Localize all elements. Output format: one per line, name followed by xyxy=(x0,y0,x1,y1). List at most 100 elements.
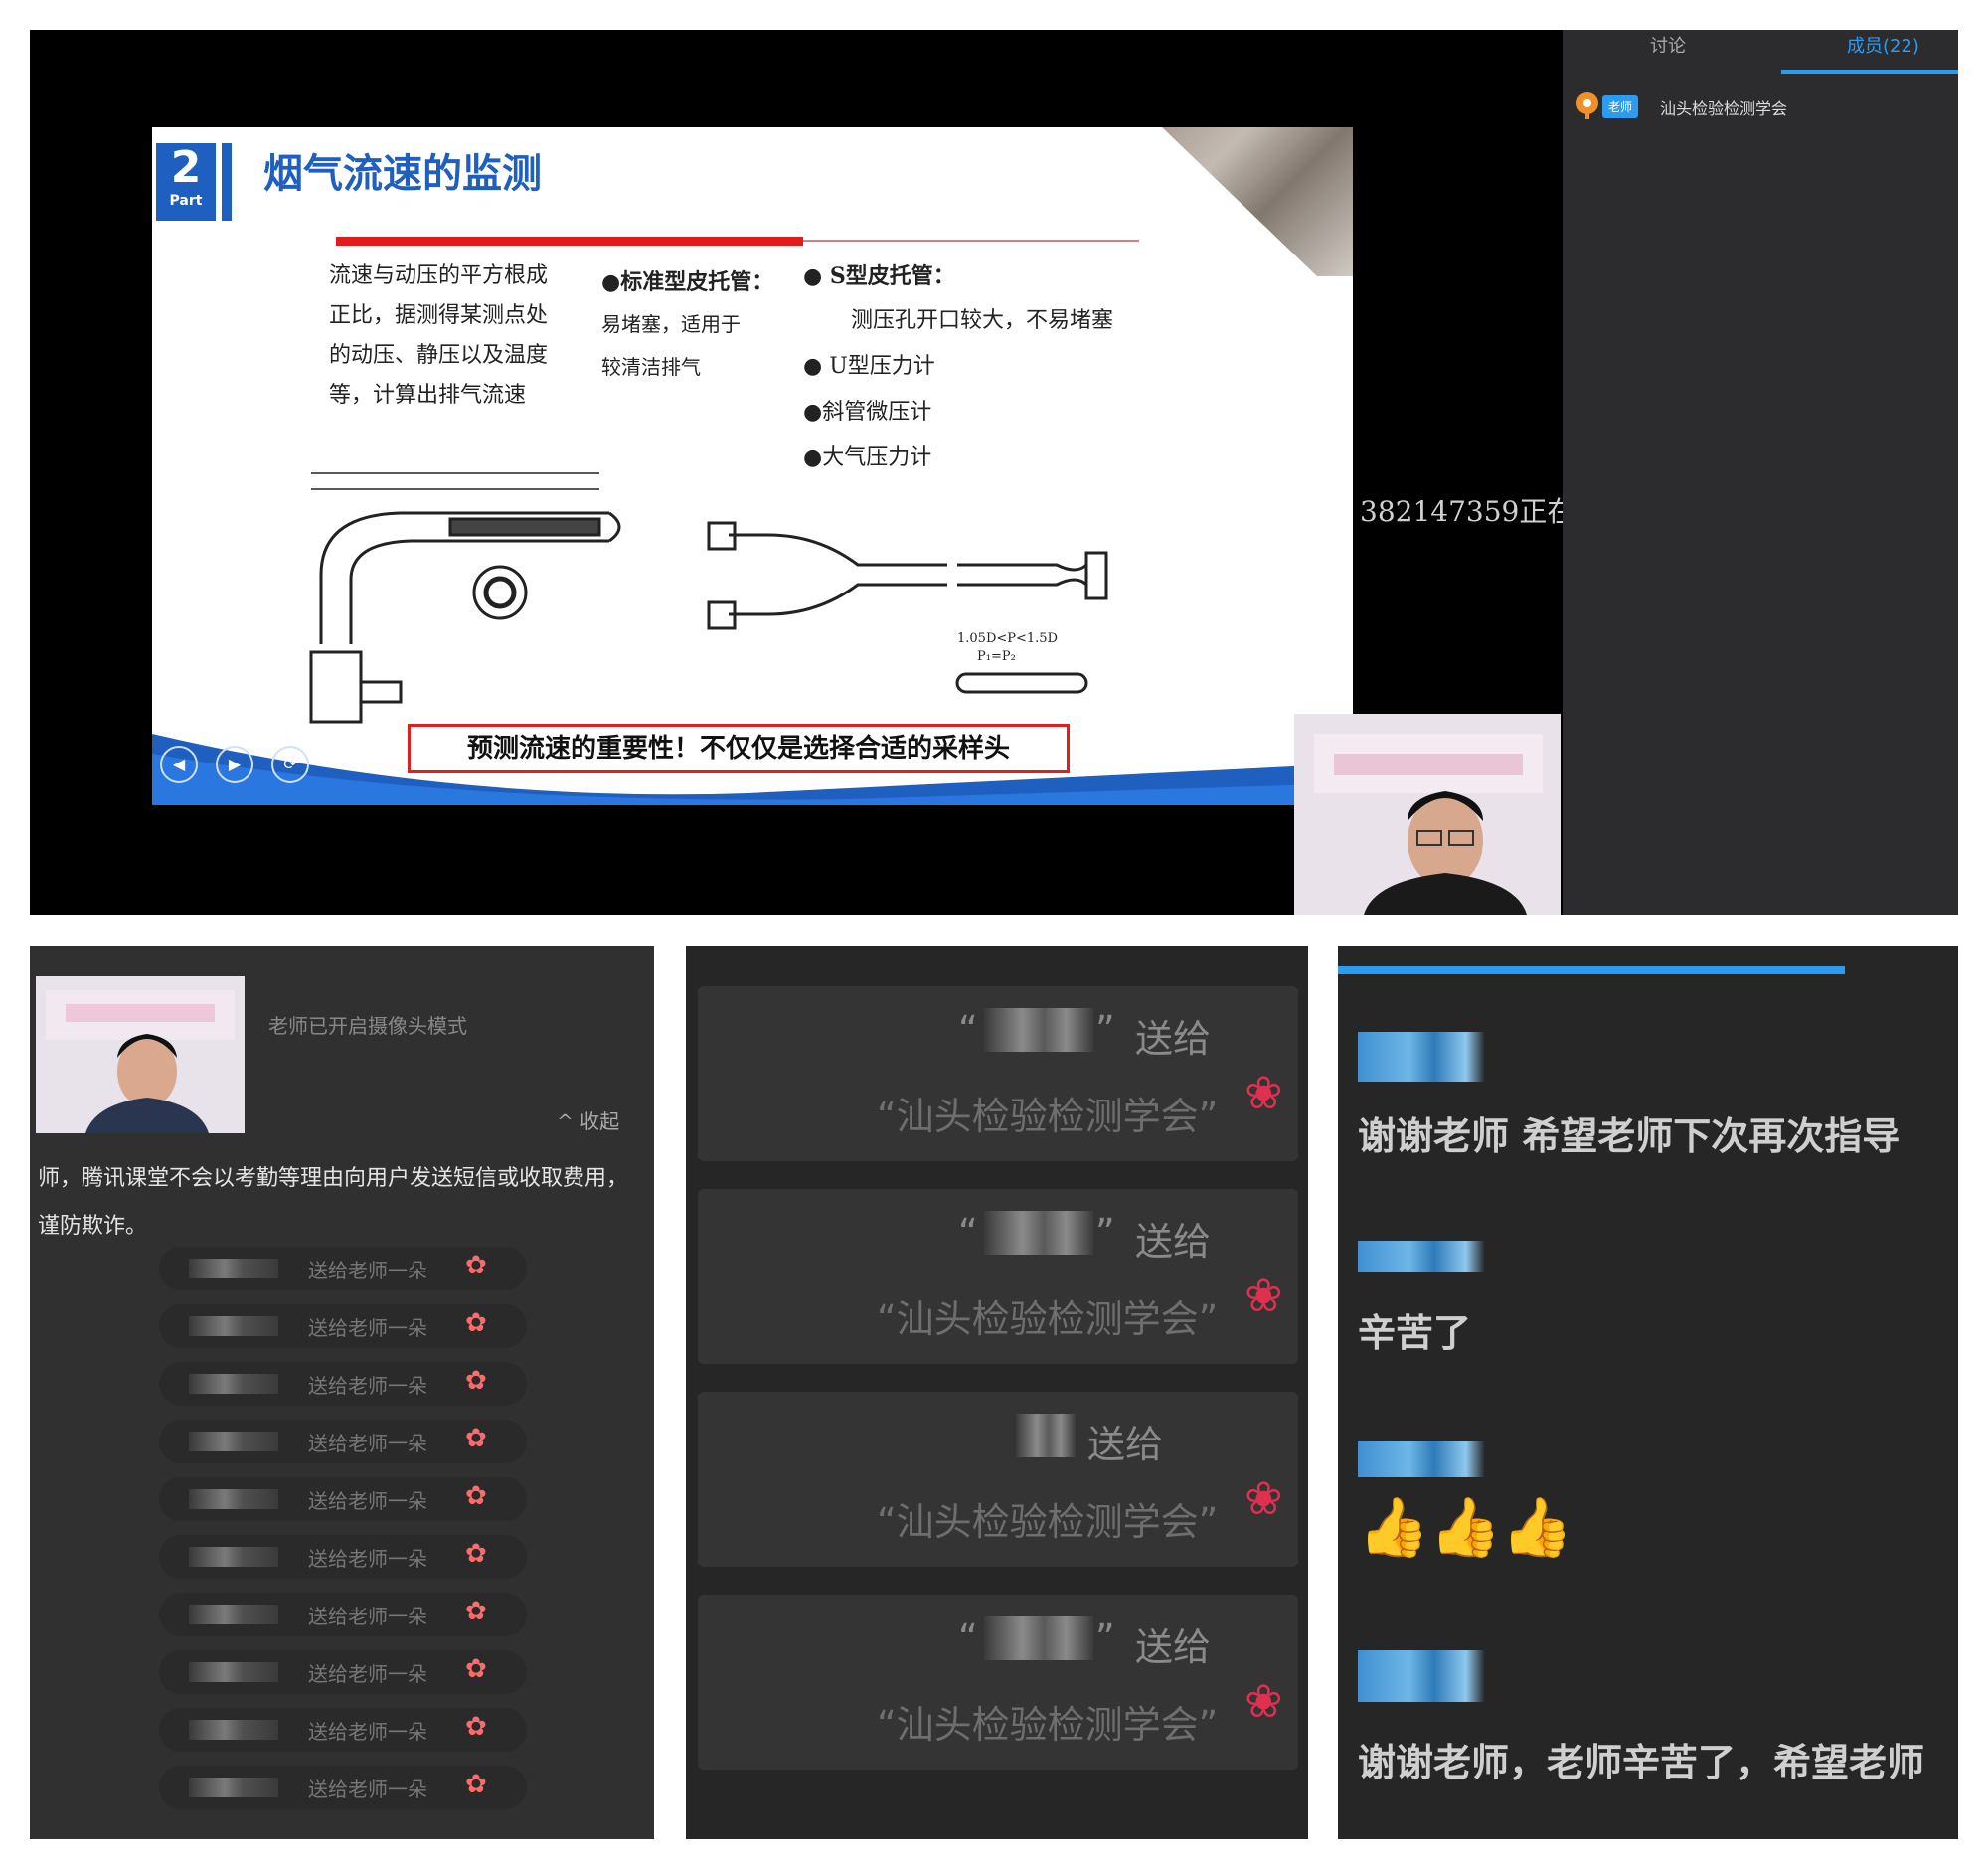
flower-icon: ✿ xyxy=(465,1712,487,1742)
recipient-name: “汕头检验检测学会” xyxy=(877,1297,1219,1341)
user-name-blurred xyxy=(1358,1441,1485,1477)
s-pitot-desc: 测压孔开口较大，不易堵塞 xyxy=(851,308,1114,333)
gift-text: 送给老师一朵 xyxy=(308,1547,427,1571)
flower-icon: ✿ xyxy=(465,1770,487,1799)
quote-open: “ xyxy=(958,1211,978,1255)
sender-name-blurred xyxy=(189,1489,278,1509)
gift-text: 送给老师一朵 xyxy=(308,1259,427,1282)
quote-open: “ xyxy=(958,1616,978,1660)
standard-pitot-heading: ●标准型皮托管： xyxy=(601,269,774,295)
teacher-camera xyxy=(1294,714,1561,915)
part-label: Part xyxy=(169,193,203,209)
sender-name-blurred xyxy=(189,1547,278,1567)
sender-name-blurred xyxy=(189,1374,278,1394)
s-pitot-heading: ● S型皮托管： xyxy=(803,263,955,289)
sender-name-blurred xyxy=(189,1720,278,1740)
quote-close: ” xyxy=(1095,1008,1115,1052)
gift-message: 送给老师一朵 ✿ xyxy=(159,1708,527,1752)
chat-panel-gifts: 老师已开启摄像头模式 ^ 收起 师，腾讯课堂不会以考勤等理由向用户发送短信或收取… xyxy=(30,946,654,1839)
quote-open: “ xyxy=(958,1008,978,1052)
tab-discussion[interactable]: 讨论 xyxy=(1650,32,1686,58)
quote-close: ” xyxy=(1095,1211,1115,1255)
rose-icon: ❀ xyxy=(1244,1066,1283,1119)
recipient-name: “汕头检验检测学会” xyxy=(877,1095,1219,1138)
send-label: 送给 xyxy=(1135,1017,1212,1061)
sender-name-blurred xyxy=(189,1259,278,1278)
sender-name-blurred xyxy=(984,1008,1093,1052)
quote-close: ” xyxy=(1095,1616,1115,1660)
sender-name-blurred xyxy=(189,1432,278,1451)
description-line: 等，计算出排气流速 xyxy=(329,383,527,408)
signal-icon xyxy=(1576,92,1598,119)
flower-icon: ✿ xyxy=(465,1539,487,1569)
sender-name-blurred xyxy=(189,1316,278,1336)
description-line: 流速与动压的平方根成 xyxy=(329,263,549,288)
camera-mode-notice: 老师已开启摄像头模式 xyxy=(268,1014,467,1038)
gift-message: 送给老师一朵 ✿ xyxy=(159,1766,527,1809)
standard-pitot-line: 易堵塞，适用于 xyxy=(601,312,741,336)
flower-icon: ✿ xyxy=(465,1481,487,1511)
sender-name-blurred xyxy=(984,1616,1093,1660)
flower-icon: ✿ xyxy=(465,1308,487,1338)
teacher-avatar xyxy=(1314,734,1543,915)
chat-message: 辛苦了 xyxy=(1358,1311,1472,1355)
replay-button[interactable]: ⟳ xyxy=(271,746,309,783)
gift-message: 送给老师一朵 ✿ xyxy=(159,1247,527,1290)
gift-text: 送给老师一朵 xyxy=(308,1316,427,1340)
gift-text: 送给老师一朵 xyxy=(308,1778,427,1801)
gift-card: “ ” 送给 “汕头检验检测学会” ❀ xyxy=(698,986,1298,1161)
chat-message: 谢谢老师 希望老师下次再次指导 xyxy=(1358,1114,1901,1158)
chat-message: 谢谢老师，老师辛苦了，希望老师 xyxy=(1358,1741,1925,1784)
gift-card: “ ” 送给 “汕头检验检测学会” ❀ xyxy=(698,1189,1298,1364)
flower-icon: ✿ xyxy=(465,1366,487,1396)
formula-label: 1.05D<P<1.5D xyxy=(957,631,1058,646)
live-class-window: 2 Part 烟气流速的监测 流速与动压的平方根成 正比，据测得某测点处 的动压… xyxy=(30,30,1958,915)
standard-pitot-line: 较清洁排气 xyxy=(601,355,701,379)
sender-name-blurred xyxy=(189,1605,278,1624)
gift-message: 送给老师一朵 ✿ xyxy=(159,1593,527,1636)
flower-icon: ✿ xyxy=(465,1251,487,1280)
rose-icon: ❀ xyxy=(1244,1674,1283,1728)
teacher-badge: 老师 xyxy=(1602,95,1639,118)
gift-text: 送给老师一朵 xyxy=(308,1489,427,1513)
part-number: 2 xyxy=(170,142,202,193)
caution-box: 预测流速的重要性！不仅仅是选择合适的采样头 xyxy=(408,724,1070,773)
scrolling-notice: 382147359正在 xyxy=(1360,495,1575,528)
gift-text: 送给老师一朵 xyxy=(308,1374,427,1398)
chat-panel-gift-cards: “ ” 送给 “汕头检验检测学会” ❀ “ ” 送给 “汕头检验检测学会” ❀ … xyxy=(686,946,1308,1839)
gift-message: 送给老师一朵 ✿ xyxy=(159,1650,527,1694)
teacher-camera-thumbnail xyxy=(36,976,245,1133)
flower-icon: ✿ xyxy=(465,1597,487,1626)
slide-description: 流速与动压的平方根成 正比，据测得某测点处 的动压、静压以及温度 等，计算出排气… xyxy=(329,256,548,416)
collapse-button[interactable]: ^ 收起 xyxy=(557,1105,619,1134)
building-photo xyxy=(1162,127,1353,276)
prev-slide-button[interactable]: ◀ xyxy=(160,746,198,783)
pitot-diagram: 1.05D<P<1.5D P₁=P₂ xyxy=(309,472,1108,724)
title-underline-thin xyxy=(803,240,1139,242)
gift-text: 送给老师一朵 xyxy=(308,1605,427,1628)
next-slide-button[interactable]: ▶ xyxy=(216,746,253,783)
gift-message: 送给老师一朵 ✿ xyxy=(159,1304,527,1348)
gift-text: 送给老师一朵 xyxy=(308,1662,427,1686)
gift-text: 送给老师一朵 xyxy=(308,1432,427,1455)
slide-title: 烟气流速的监测 xyxy=(263,150,542,197)
title-underline xyxy=(336,237,803,246)
gift-text: 送给老师一朵 xyxy=(308,1720,427,1744)
sender-name-blurred xyxy=(189,1778,278,1797)
flower-icon: ✿ xyxy=(465,1654,487,1684)
member-name[interactable]: 汕头检验检测学会 xyxy=(1660,95,1787,119)
send-label: 送给 xyxy=(1135,1625,1212,1669)
flower-icon: ✿ xyxy=(465,1424,487,1453)
tab-members[interactable]: 成员(22) xyxy=(1847,32,1919,58)
sender-name-blurred xyxy=(984,1211,1093,1255)
chat-panel-messages: 谢谢老师 希望老师下次再次指导 辛苦了 👍👍👍 谢谢老师，老师辛苦了，希望老师 xyxy=(1338,946,1958,1839)
gift-message: 送给老师一朵 ✿ xyxy=(159,1535,527,1579)
instrument-item: ● U型压力计 xyxy=(803,354,935,379)
equation-label: P₁=P₂ xyxy=(977,649,1016,664)
member-sidebar: 讨论 成员(22) 老师 汕头检验检测学会 xyxy=(1563,30,1958,915)
gift-card: “ ” 送给 “汕头检验检测学会” ❀ xyxy=(698,1595,1298,1770)
sender-name-blurred xyxy=(189,1662,278,1682)
send-label: 送给 xyxy=(1087,1423,1164,1466)
s-pitot: ● S型皮托管： 测压孔开口较大，不易堵塞 ● U型压力计 ●斜管微压计 ●大气… xyxy=(803,258,1113,471)
part-badge: 2 Part xyxy=(156,143,216,221)
